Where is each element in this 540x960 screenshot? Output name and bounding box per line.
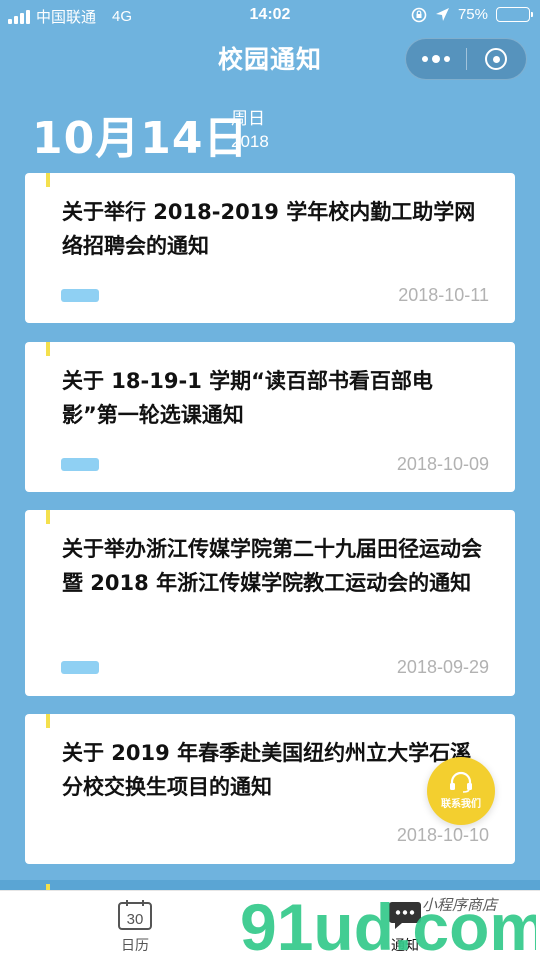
notice-title: 关于 18-19-1 学期“读百部书看百部电影”第一轮选课通知 — [62, 369, 433, 427]
location-icon — [435, 8, 449, 21]
notice-title: 关于 2019 年春季赴美国纽约州立大学石溪分校交换生项目的通知 — [62, 741, 472, 799]
close-mini-program-button[interactable] — [467, 39, 526, 79]
more-menu-button[interactable] — [406, 39, 466, 79]
notice-title: 关于举办浙江传媒学院第二十九届田径运动会暨 2018 年浙江传媒学院教工运动会的… — [62, 537, 482, 595]
dot-icon — [432, 55, 440, 63]
tab-calendar-label: 日历 — [121, 938, 149, 954]
target-icon — [485, 48, 508, 70]
notice-card[interactable]: 关于举办浙江传媒学院第二十九届田径运动会暨 2018 年浙江传媒学院教工运动会的… — [25, 510, 515, 696]
calendar-icon: 30 — [118, 900, 152, 930]
headset-icon — [450, 771, 472, 793]
notice-date: 2018-09-29 — [396, 657, 489, 677]
message-icon — [389, 902, 421, 929]
notice-tag — [61, 458, 99, 471]
tab-notice[interactable]: 通知 — [382, 899, 428, 955]
mini-program-capsule — [405, 38, 527, 80]
date-day: 10月14日 — [32, 113, 249, 164]
card-accent — [46, 714, 50, 728]
notice-date: 2018-10-10 — [396, 825, 489, 845]
notice-date: 2018-10-09 — [396, 454, 489, 474]
dot-icon — [444, 56, 450, 62]
date-side: 周日 2018 — [231, 107, 269, 153]
notice-title: 关于举行 2018-2019 学年校内勤工助学网络招聘会的通知 — [62, 200, 476, 258]
notice-date: 2018-10-11 — [398, 285, 489, 305]
contact-us-button[interactable]: 联系我们 — [427, 757, 495, 825]
notice-tag — [61, 661, 99, 674]
notice-card[interactable]: 关于 18-19-1 学期“读百部书看百部电影”第一轮选课通知 2018-10-… — [25, 342, 515, 492]
card-accent — [46, 510, 50, 524]
status-bar: 中国联通 4G 14:02 75% — [0, 0, 540, 32]
card-accent — [46, 342, 50, 356]
notice-card[interactable]: 关于举行 2018-2019 学年校内勤工助学网络招聘会的通知 2018-10-… — [25, 173, 515, 323]
tab-notice-label: 通知 — [391, 938, 419, 954]
card-accent — [46, 173, 50, 187]
dot-icon — [422, 56, 428, 62]
battery-percent: 75% — [457, 6, 488, 23]
tab-bar: 30 日历 通知 — [0, 890, 540, 960]
calendar-day-number: 30 — [127, 911, 144, 928]
tab-calendar[interactable]: 30 日历 — [112, 899, 158, 955]
battery-icon — [496, 7, 533, 22]
contact-us-label: 联系我们 — [441, 799, 481, 810]
date-weekday: 周日 — [231, 109, 265, 128]
orientation-lock-icon — [411, 7, 427, 22]
status-right: 75% — [411, 6, 533, 23]
date-year: 2018 — [231, 132, 269, 151]
notice-tag — [61, 289, 99, 302]
